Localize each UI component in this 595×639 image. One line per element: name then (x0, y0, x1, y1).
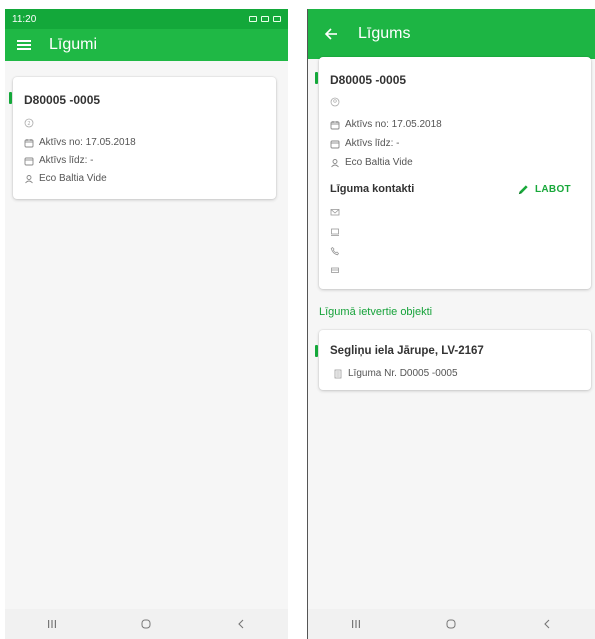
active-from-text: Aktīvs no: 17.05.2018 (39, 137, 136, 148)
alarm-icon (249, 16, 257, 22)
calendar-icon (330, 120, 340, 130)
contact-address-row[interactable] (330, 265, 340, 275)
calendar-icon (24, 156, 34, 166)
card-accent-bar (315, 72, 318, 84)
mail-stack-icon (330, 265, 340, 275)
email-icon (330, 207, 340, 217)
object-contract-text: Līguma Nr. D0005 -0005 (348, 368, 458, 379)
contract-card[interactable]: D80005 -0005 2 Aktīvs no: 17.05.2018 Akt… (9, 77, 276, 199)
document-icon (333, 369, 343, 379)
active-to-row: Aktīvs līdz: - (330, 138, 399, 149)
card-accent-bar (315, 345, 318, 357)
person-icon (24, 174, 34, 184)
object-card[interactable]: Segliņu iela Jārupe, LV-2167 Līguma Nr. … (315, 330, 591, 390)
card-accent-bar (9, 92, 12, 104)
contract-detail-card: D80005 -0005 Aktīvs no: 17.05.2018 Aktīv… (315, 57, 591, 289)
status-row: 2 (24, 118, 34, 128)
left-screen: 11:20 Līgumi D80005 -0005 2 Aktīvs no: 1… (5, 9, 288, 639)
contract-id: D80005 -0005 (330, 73, 407, 87)
contact-email-row[interactable] (330, 207, 340, 217)
contact-phone-row[interactable] (330, 246, 340, 256)
info-circle-icon: 2 (24, 118, 34, 128)
home-icon[interactable] (431, 609, 471, 639)
objects-heading: Līgumā ietvertie objekti (319, 306, 433, 318)
company-row: Eco Baltia Vide (24, 173, 107, 184)
app-bar: Līgumi (5, 29, 288, 61)
contacts-title: Līguma kontakti (330, 183, 415, 195)
page-title: Līgumi (49, 36, 98, 53)
menu-icon[interactable] (13, 34, 35, 56)
arrow-back-icon[interactable] (320, 23, 342, 45)
back-nav-icon[interactable] (527, 609, 567, 639)
object-contract-row: Līguma Nr. D0005 -0005 (333, 368, 458, 379)
back-nav-icon[interactable] (221, 609, 261, 639)
active-from-row: Aktīvs no: 17.05.2018 (330, 119, 442, 130)
status-time: 11:20 (12, 13, 37, 25)
active-to-text: Aktīvs līdz: - (39, 155, 94, 166)
company-text: Eco Baltia Vide (345, 157, 413, 168)
calendar-icon (330, 139, 340, 149)
recent-apps-icon[interactable] (32, 609, 72, 639)
home-icon[interactable] (126, 609, 166, 639)
status-icons (249, 16, 281, 22)
calendar-icon (24, 138, 34, 148)
app-bar: Līgums (308, 9, 595, 59)
active-to-text: Aktīvs līdz: - (345, 138, 400, 149)
status-bar: 11:20 (5, 9, 288, 29)
svg-text:2: 2 (27, 121, 30, 127)
recent-apps-icon[interactable] (336, 609, 376, 639)
device-icon (330, 227, 340, 237)
object-address: Segliņu iela Jārupe, LV-2167 (330, 345, 484, 357)
battery-icon (273, 16, 281, 22)
edit-label: LABOT (535, 184, 571, 195)
status-row (330, 97, 340, 107)
system-nav-bar (308, 609, 595, 639)
contract-id: D80005 -0005 (24, 93, 101, 107)
company-row: Eco Baltia Vide (330, 157, 413, 168)
contact-mobile-row[interactable] (330, 227, 340, 237)
active-from-text: Aktīvs no: 17.05.2018 (345, 119, 442, 130)
right-screen: Līgums D80005 -0005 Aktīvs no: 17.05.201… (307, 9, 595, 639)
company-text: Eco Baltia Vide (39, 173, 107, 184)
edit-button[interactable]: LABOT (517, 183, 571, 196)
person-icon (330, 158, 340, 168)
active-from-row: Aktīvs no: 17.05.2018 (24, 137, 136, 148)
pencil-icon (518, 185, 528, 195)
person-circle-icon (330, 97, 340, 107)
phone-icon (330, 246, 340, 256)
signal-icon (261, 16, 269, 22)
active-to-row: Aktīvs līdz: - (24, 155, 93, 166)
system-nav-bar (5, 609, 288, 639)
page-title: Līgums (358, 25, 411, 42)
